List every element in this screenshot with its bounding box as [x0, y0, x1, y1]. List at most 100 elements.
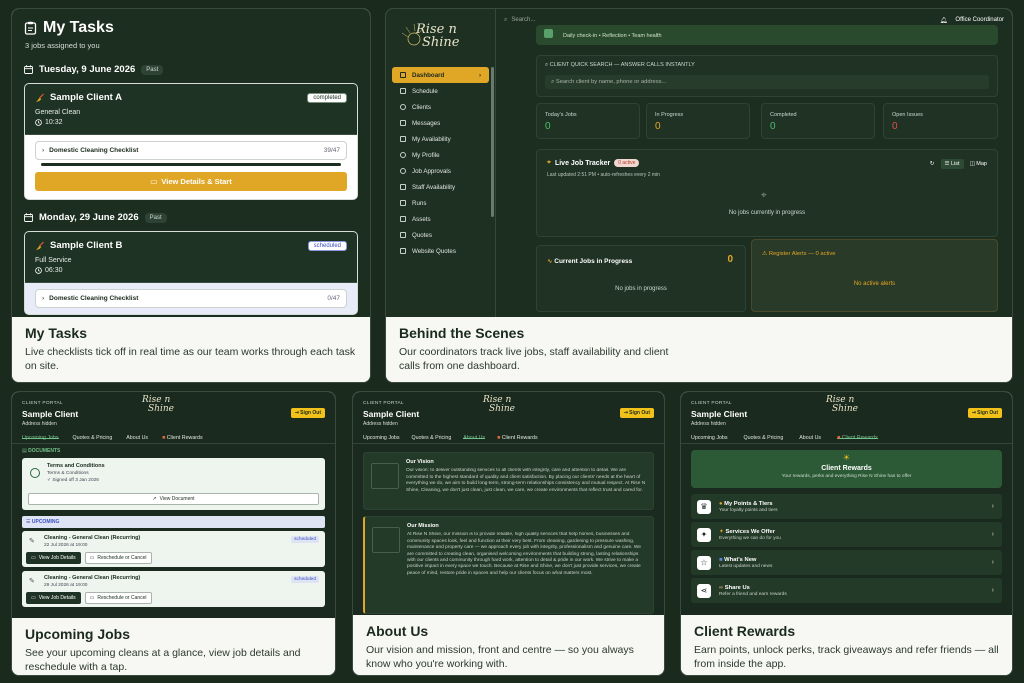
job-card[interactable]: Sample Client B Full Service 06:30 sched…: [24, 231, 358, 315]
nav-label: My Profile: [412, 151, 440, 159]
sign-out-button[interactable]: ⇥ Sign Out: [619, 408, 654, 418]
sidebar-item-quotes[interactable]: Quotes: [392, 227, 489, 243]
tab-quotes-pricing[interactable]: Quotes & Pricing: [744, 435, 784, 441]
rewards-item-whats-new[interactable]: ☆ ■ What's New Latest updates and news ›: [691, 550, 1002, 575]
checklist-toggle[interactable]: › Domestic Cleaning Checklist 0/47: [35, 289, 347, 308]
signout-label: Sign Out: [300, 410, 321, 416]
quick-search-label: ⌕ CLIENT QUICK SEARCH — ANSWER CALLS INS…: [537, 56, 997, 75]
document-icon: [400, 232, 406, 238]
caption: Behind the Scenes Our coordinators track…: [386, 317, 1012, 382]
sidebar-item-availability[interactable]: My Availability: [392, 131, 489, 147]
rewards-item-share[interactable]: ⋖ ∞ Share Us Refer a friend and earn rewa…: [691, 578, 1002, 603]
signout-label: Sign Out: [629, 410, 650, 416]
tab-about-us[interactable]: About Us: [126, 435, 148, 441]
brand-logo-thumb: [372, 527, 400, 553]
tab-quotes-pricing[interactable]: Quotes & Pricing: [412, 435, 452, 441]
status-badge: scheduled: [291, 536, 319, 543]
tab-upcoming-jobs[interactable]: Upcoming Jobs: [691, 435, 728, 441]
client-address: Address hidden: [22, 421, 57, 427]
day-date: Monday, 29 June 2026: [39, 212, 139, 223]
checklist-toggle[interactable]: › Domestic Cleaning Checklist 39/47: [35, 141, 347, 160]
view-job-details-button[interactable]: ▭ View Job Details: [26, 592, 81, 604]
chevron-right-icon: ›: [478, 71, 481, 79]
job-card[interactable]: Sample Client A General Clean 10:32 comp…: [24, 83, 358, 200]
search-input[interactable]: ⌕ Search...: [504, 17, 624, 24]
sidebar-item-profile[interactable]: My Profile: [392, 147, 489, 163]
status-badge: completed: [307, 93, 347, 103]
item-subtitle: Refer a friend and earn rewards: [719, 591, 787, 597]
brand-logo: Rise n Shine: [142, 396, 174, 414]
nav-label: Website Quotes: [412, 247, 456, 255]
refresh-icon[interactable]: ↻: [930, 161, 935, 167]
job-item[interactable]: ✎ Cleaning - General Clean (Recurring) 2…: [22, 531, 325, 567]
tab-upcoming-jobs[interactable]: Upcoming Jobs: [22, 435, 59, 441]
item-subtitle: Latest updates and news: [719, 563, 773, 569]
item-title: Services We Offer: [725, 528, 775, 535]
clock-icon: [30, 468, 40, 478]
sidebar-item-assets[interactable]: Assets: [392, 211, 489, 227]
staff-icon: [400, 184, 406, 190]
sidebar-nav: Dashboard › Schedule Clients Messages My …: [386, 67, 495, 259]
rewards-item-services[interactable]: ✦ ✦ Services We Offer Everything we can d…: [691, 522, 1002, 547]
sidebar-item-clients[interactable]: Clients: [392, 99, 489, 115]
reschedule-button[interactable]: ▭ Reschedule or Cancel: [84, 552, 152, 564]
tab-about-us[interactable]: About Us: [463, 435, 486, 441]
last-updated: Last updated 2:51 PM • auto-refreshes ev…: [547, 172, 660, 178]
message-icon: [400, 120, 406, 126]
bell-icon[interactable]: 🔔︎: [940, 17, 948, 24]
behind-scenes-card: Rise n Shine Dashboard › Schedule Clients…: [385, 8, 1013, 383]
tab-client-rewards[interactable]: ■ Client Rewards: [837, 435, 878, 441]
star-icon: ☆: [697, 555, 711, 570]
quick-search-input[interactable]: ⌕ Search client by name, phone or addres…: [545, 75, 989, 89]
tab-about-us[interactable]: About Us: [799, 435, 821, 441]
logo-line2: Shine: [489, 404, 515, 414]
upcoming-jobs-card: CLIENT PORTAL Sample Client Address hidd…: [11, 391, 336, 676]
brand-logo: Rise n Shine: [400, 23, 470, 49]
calendar-icon: ▭: [89, 595, 95, 601]
sidebar-item-messages[interactable]: Messages: [392, 115, 489, 131]
sidebar-scrollbar[interactable]: [491, 67, 494, 217]
sidebar-item-schedule[interactable]: Schedule: [392, 83, 489, 99]
sign-out-button[interactable]: ⇥ Sign Out: [967, 408, 1002, 418]
tab-label: Client Rewards: [166, 435, 203, 441]
sidebar-item-runs[interactable]: Runs: [392, 195, 489, 211]
tab-quotes-pricing[interactable]: Quotes & Pricing: [73, 435, 113, 441]
tab-client-rewards[interactable]: ■ Client Rewards: [162, 435, 203, 441]
view-job-details-button[interactable]: ▭ View Job Details: [26, 552, 81, 564]
job-item[interactable]: ✎ Cleaning - General Clean (Recurring) 2…: [22, 571, 325, 607]
tab-upcoming-jobs[interactable]: Upcoming Jobs: [363, 435, 400, 441]
sidebar-item-dashboard[interactable]: Dashboard ›: [392, 67, 489, 83]
stat-value: 0: [655, 121, 661, 132]
status-badge: scheduled: [307, 241, 347, 251]
day-date: Tuesday, 9 June 2026: [39, 64, 136, 75]
service-type: General Clean: [35, 109, 81, 116]
doc-signed: Signed off 3 Jan 2026: [52, 478, 99, 483]
client-rewards-card: CLIENT PORTAL Sample Client Address hidd…: [680, 391, 1013, 676]
list-view-button[interactable]: ☰ List: [940, 159, 964, 169]
sign-out-button[interactable]: ⇥ Sign Out: [290, 408, 325, 418]
sidebar-item-staff-availability[interactable]: Staff Availability: [392, 179, 489, 195]
chevron-right-icon: ›: [991, 531, 994, 538]
caption-text: Live checklists tick off in real time as…: [25, 346, 356, 372]
stat-label: Completed: [770, 112, 797, 118]
rewards-item-points[interactable]: ♛ ● My Points & Tiers Your loyalty points…: [691, 494, 1002, 519]
stat-value: 0: [545, 121, 551, 132]
view-document-button[interactable]: ↗ View Document: [28, 493, 319, 505]
view-details-button[interactable]: ▭ View Details & Start: [35, 172, 347, 191]
reschedule-button[interactable]: ▭ Reschedule or Cancel: [84, 592, 152, 604]
button-label: View Details & Start: [161, 177, 232, 186]
user-icon: [400, 152, 406, 158]
caption-title: Upcoming Jobs: [25, 626, 131, 642]
logo-line2: Shine: [422, 35, 460, 50]
tab-client-rewards[interactable]: ■ Client Rewards: [497, 435, 538, 441]
sidebar-item-website-quotes[interactable]: Website Quotes: [392, 243, 489, 259]
user-role[interactable]: Office Coordinator: [955, 17, 1004, 23]
button-label: View Job Details: [38, 595, 76, 601]
map-view-button[interactable]: ◫ Map: [970, 161, 987, 167]
sidebar-item-job-approvals[interactable]: Job Approvals: [392, 163, 489, 179]
location-pin-icon: ⌖: [761, 190, 767, 201]
checkin-banner[interactable]: Daily check-in • Reflection • Team healt…: [536, 25, 998, 45]
calendar-icon: ▭: [31, 555, 36, 561]
clock-icon: [35, 267, 42, 274]
stat-completed: Completed 0: [761, 103, 875, 139]
